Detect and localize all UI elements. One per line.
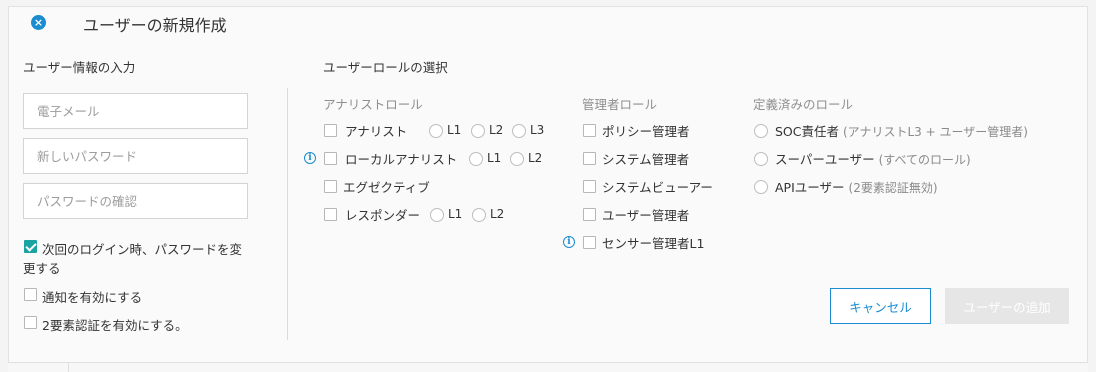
system-admin-checkbox[interactable] xyxy=(583,152,596,165)
responder-label: レスポンダー xyxy=(345,208,421,223)
analyst-checkbox[interactable] xyxy=(324,124,337,137)
twofa-label: 2要素認証を有効にする。 xyxy=(42,318,188,333)
analyst-l1-radio[interactable] xyxy=(429,124,443,138)
bottom-bar xyxy=(8,362,1088,372)
new-password-field[interactable] xyxy=(23,138,248,174)
analyst-label: アナリスト xyxy=(345,124,408,139)
soc-manager-radio[interactable] xyxy=(754,124,768,138)
close-icon[interactable]: × xyxy=(31,15,46,30)
superuser-radio[interactable] xyxy=(754,152,768,166)
notify-label: 通知を有効にする xyxy=(42,290,143,305)
confirm-password-field[interactable] xyxy=(23,183,248,219)
responder-l2-label: L2 xyxy=(490,207,505,221)
notify-checkbox[interactable] xyxy=(24,288,37,301)
policy-admin-checkbox[interactable] xyxy=(583,124,596,137)
cancel-button[interactable]: キャンセル xyxy=(830,288,931,324)
change-password-label-line1: 次回のログイン時、パスワードを変 xyxy=(42,242,243,257)
api-user-radio[interactable] xyxy=(754,180,768,194)
api-user-sub: (2要素認証無効) xyxy=(848,181,938,195)
bottom-divider xyxy=(68,363,69,372)
superuser-sub: (すべてのロール) xyxy=(878,153,971,167)
executive-label: エグゼクティブ xyxy=(343,180,430,195)
local-analyst-l1-radio[interactable] xyxy=(469,152,483,166)
superuser-label: スーパーユーザー xyxy=(775,152,875,167)
user-info-heading: ユーザー情報の入力 xyxy=(23,60,136,75)
twofa-checkbox[interactable] xyxy=(24,316,37,329)
analyst-l1-label: L1 xyxy=(447,123,462,137)
admin-roles-heading: 管理者ロール xyxy=(582,97,658,112)
info-icon[interactable]: i xyxy=(304,152,316,164)
info-icon[interactable]: i xyxy=(563,236,575,248)
system-viewer-label: システムビューアー xyxy=(602,180,713,195)
executive-checkbox[interactable] xyxy=(324,180,337,193)
responder-checkbox[interactable] xyxy=(324,208,337,221)
local-analyst-l2-label: L2 xyxy=(528,151,543,165)
analyst-l2-label: L2 xyxy=(489,123,504,137)
user-admin-checkbox[interactable] xyxy=(583,208,596,221)
system-admin-label: システム管理者 xyxy=(602,152,690,167)
section-divider xyxy=(287,88,288,340)
api-user-label: APIユーザー xyxy=(775,180,845,195)
local-analyst-checkbox[interactable] xyxy=(324,152,337,165)
responder-l1-radio[interactable] xyxy=(430,208,444,222)
responder-l1-label: L1 xyxy=(448,207,463,221)
sensor-admin-label: センサー管理者L1 xyxy=(602,236,705,251)
analyst-roles-heading: アナリストロール xyxy=(323,97,423,112)
soc-manager-label: SOC責任者 xyxy=(775,124,840,139)
add-user-button[interactable]: ユーザーの追加 xyxy=(945,288,1069,324)
system-viewer-checkbox[interactable] xyxy=(583,180,596,193)
local-analyst-label: ローカルアナリスト xyxy=(345,152,458,167)
soc-manager-option: SOC責任者 (アナリストL3 + ユーザー管理者) xyxy=(775,121,1028,140)
local-analyst-l2-radio[interactable] xyxy=(510,152,524,166)
analyst-l3-label: L3 xyxy=(530,123,545,137)
predefined-roles-heading: 定義済みのロール xyxy=(753,97,854,112)
api-user-option: APIユーザー (2要素認証無効) xyxy=(775,177,938,196)
sensor-admin-checkbox[interactable] xyxy=(583,236,596,249)
user-admin-label: ユーザー管理者 xyxy=(602,208,690,223)
analyst-l3-radio[interactable] xyxy=(512,124,526,138)
superuser-option: スーパーユーザー (すべてのロール) xyxy=(775,149,971,168)
analyst-l2-radio[interactable] xyxy=(471,124,485,138)
policy-admin-label: ポリシー管理者 xyxy=(602,124,690,139)
change-password-checkbox[interactable] xyxy=(24,240,37,253)
email-field[interactable] xyxy=(23,93,248,129)
change-password-label-line2: 更する xyxy=(23,261,61,276)
roles-heading: ユーザーロールの選択 xyxy=(323,60,448,75)
local-analyst-l1-label: L1 xyxy=(487,151,502,165)
dialog-title: ユーザーの新規作成 xyxy=(83,16,227,35)
soc-manager-sub: (アナリストL3 + ユーザー管理者) xyxy=(843,125,1028,139)
responder-l2-radio[interactable] xyxy=(472,208,486,222)
